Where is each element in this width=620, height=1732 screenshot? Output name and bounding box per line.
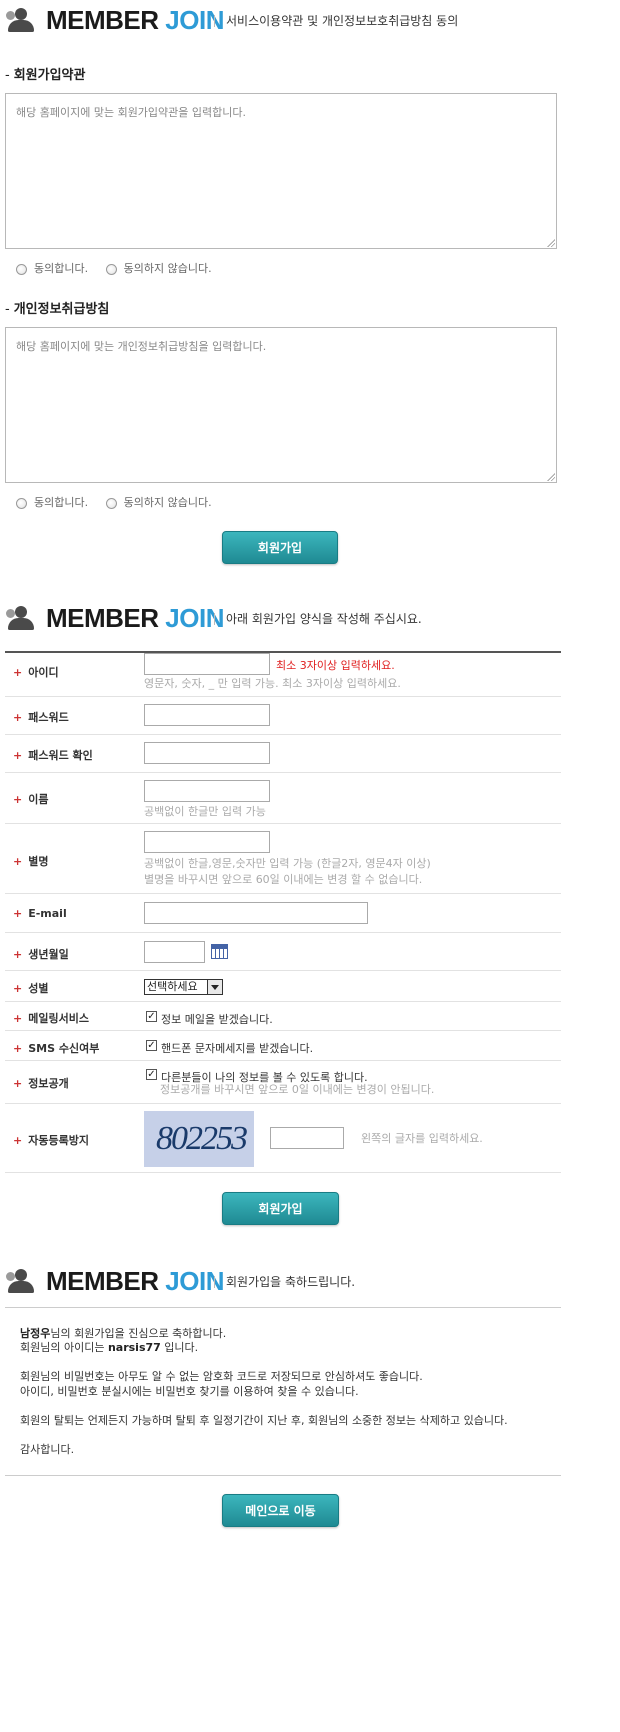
resize-grip-icon[interactable]: [546, 238, 555, 247]
radio-icon[interactable]: [16, 263, 27, 275]
mailing-checkbox-label[interactable]: 정보 메일을 받겠습니다.: [161, 1011, 273, 1027]
form-row-open-info: + 정보공개 ✓ 다른분들이 나의 정보를 볼 수 있도록 합니다. 정보공개를 …: [5, 1061, 561, 1104]
captcha-input[interactable]: [270, 1127, 344, 1149]
gender-label: + 성별: [13, 982, 49, 995]
form-row-password: + 패스워드: [5, 697, 561, 735]
form-submit-button[interactable]: 회원가입: [222, 1192, 339, 1225]
header-divider: [214, 1276, 215, 1288]
form-row-sms: + SMS 수신여부 ✓ 핸드폰 문자메세지를 받겠습니다.: [5, 1031, 561, 1061]
radio-icon[interactable]: [105, 497, 117, 509]
sms-checkbox[interactable]: ✓: [146, 1040, 157, 1051]
nickname-hint: 공백없이 한글,영문,숫자만 입력 가능 (한글2자, 영문4자 이상): [144, 857, 431, 870]
form-row-password-confirm: + 패스워드 확인: [5, 735, 561, 773]
header-divider: [214, 613, 215, 625]
email-input[interactable]: [144, 902, 368, 924]
privacy-title: - 개인정보취급방침: [5, 302, 110, 317]
radio-icon[interactable]: [16, 497, 27, 509]
form-row-name: + 이름 공백없이 한글만 입력 가능: [5, 773, 561, 824]
birth-label: + 생년월일: [13, 948, 69, 961]
id-input[interactable]: [144, 653, 270, 675]
member-icon: [6, 8, 36, 32]
form-row-birth: + 생년월일: [5, 933, 561, 971]
done-header: MEMBER JOIN 회원가입을 축하드립니다.: [6, 1265, 566, 1297]
privacy-radio-group: 동의합니다. 동의하지 않습니다.: [16, 496, 226, 513]
nickname-change-hint: 별명을 바꾸시면 앞으로 60일 이내에는 변경 할 수 없습니다.: [144, 873, 423, 886]
member-join-title: MEMBER JOIN: [46, 1266, 224, 1296]
name-label: + 이름: [13, 793, 49, 806]
birth-input[interactable]: [144, 941, 205, 963]
terms-agree-radio[interactable]: 동의합니다.: [16, 262, 88, 276]
mailing-label: + 메일링서비스: [13, 1012, 89, 1025]
privacy-disagree-radio[interactable]: 동의하지 않습니다.: [105, 496, 212, 510]
header-description: 서비스이용약관 및 개인정보보호취급방침 동의: [226, 14, 459, 28]
name-input[interactable]: [144, 780, 270, 802]
done-top-border: [5, 1307, 561, 1308]
header-divider: [214, 15, 215, 27]
captcha-label: + 자동등록방지: [13, 1134, 89, 1147]
nickname-input[interactable]: [144, 831, 270, 853]
member-icon: [6, 606, 36, 630]
mailing-checkbox[interactable]: ✓: [146, 1011, 157, 1022]
radio-icon[interactable]: [105, 263, 117, 275]
form-row-captcha: + 자동등록방지 802253 왼쪽의 글자를 입력하세요.: [5, 1104, 561, 1173]
password-input[interactable]: [144, 704, 270, 726]
id-warning: 최소 3자이상 입력하세요.: [276, 659, 395, 672]
email-label: + E-mail: [13, 907, 67, 920]
password-confirm-label: + 패스워드 확인: [13, 749, 93, 762]
nickname-label: + 별명: [13, 855, 49, 868]
form-row-nickname: + 별명 공백없이 한글,영문,숫자만 입력 가능 (한글2자, 영문4자 이상)…: [5, 824, 561, 894]
calendar-icon[interactable]: [211, 944, 228, 959]
member-join-title: MEMBER JOIN: [46, 603, 224, 633]
resize-grip-icon[interactable]: [546, 472, 555, 481]
done-congrats: 남정우님의 회원가입을 진심으로 축하합니다.: [20, 1327, 227, 1340]
password-label: + 패스워드: [13, 711, 69, 724]
sms-checkbox-label[interactable]: 핸드폰 문자메세지를 받겠습니다.: [161, 1040, 313, 1056]
done-withdraw-note: 회원의 탈퇴는 언제든지 가능하며 탈퇴 후 일정기간이 지난 후, 회원님의 …: [20, 1414, 508, 1427]
terms-disagree-radio[interactable]: 동의하지 않습니다.: [105, 262, 212, 276]
terms-title: - 회원가입약관: [5, 68, 86, 83]
agree-header: MEMBER JOIN 서비스이용약관 및 개인정보보호취급방침 동의: [6, 4, 566, 36]
id-label: + 아이디: [13, 666, 59, 679]
form-row-mailing: + 메일링서비스 ✓ 정보 메일을 받겠습니다.: [5, 1002, 561, 1031]
chevron-down-icon[interactable]: [207, 980, 222, 994]
open-info-hint: 정보공개를 바꾸시면 앞으로 0일 이내에는 변경이 안됩니다.: [160, 1083, 435, 1096]
done-thanks: 감사합니다.: [20, 1443, 75, 1456]
captcha-hint: 왼쪽의 글자를 입력하세요.: [361, 1132, 483, 1145]
done-recover-note: 아이디, 비밀번호 분실시에는 비밀번호 찾기를 이용하여 찾을 수 있습니다.: [20, 1385, 359, 1398]
form-row-gender: + 성별 선택하세요: [5, 971, 561, 1002]
terms-textarea[interactable]: 해당 홈페이지에 맞는 회원가입약관을 입력합니다.: [5, 93, 557, 249]
id-hint: 영문자, 숫자, _ 만 입력 가능. 최소 3자이상 입력하세요.: [144, 677, 401, 690]
go-main-button[interactable]: 메인으로 이동: [222, 1494, 339, 1527]
name-hint: 공백없이 한글만 입력 가능: [144, 805, 266, 818]
captcha-image: 802253: [144, 1111, 254, 1167]
form-header: MEMBER JOIN 아래 회원가입 양식을 작성해 주십시요.: [6, 602, 566, 634]
agree-submit-button[interactable]: 회원가입: [222, 531, 338, 564]
terms-radio-group: 동의합니다. 동의하지 않습니다.: [16, 262, 226, 279]
done-bottom-border: [5, 1475, 561, 1476]
privacy-textarea[interactable]: 해당 홈페이지에 맞는 개인정보취급방침을 입력합니다.: [5, 327, 557, 483]
member-join-title: MEMBER JOIN: [46, 5, 224, 35]
privacy-agree-radio[interactable]: 동의합니다.: [16, 496, 88, 510]
header-description: 회원가입을 축하드립니다.: [226, 1275, 356, 1289]
form-row-id: + 아이디 최소 3자이상 입력하세요. 영문자, 숫자, _ 만 입력 가능. …: [5, 653, 561, 697]
member-icon: [6, 1269, 36, 1293]
sms-label: + SMS 수신여부: [13, 1042, 100, 1055]
open-info-checkbox[interactable]: ✓: [146, 1069, 157, 1080]
form-row-email: + E-mail: [5, 894, 561, 933]
gender-select[interactable]: 선택하세요: [144, 979, 223, 995]
password-confirm-input[interactable]: [144, 742, 270, 764]
open-info-label: + 정보공개: [13, 1077, 69, 1090]
done-user-id: 회원님의 아이디는 narsis77 입니다.: [20, 1341, 199, 1354]
done-password-note: 회원님의 비밀번호는 아무도 알 수 없는 암호화 코드로 저장되므로 안심하셔…: [20, 1370, 423, 1383]
header-description: 아래 회원가입 양식을 작성해 주십시요.: [226, 612, 422, 626]
